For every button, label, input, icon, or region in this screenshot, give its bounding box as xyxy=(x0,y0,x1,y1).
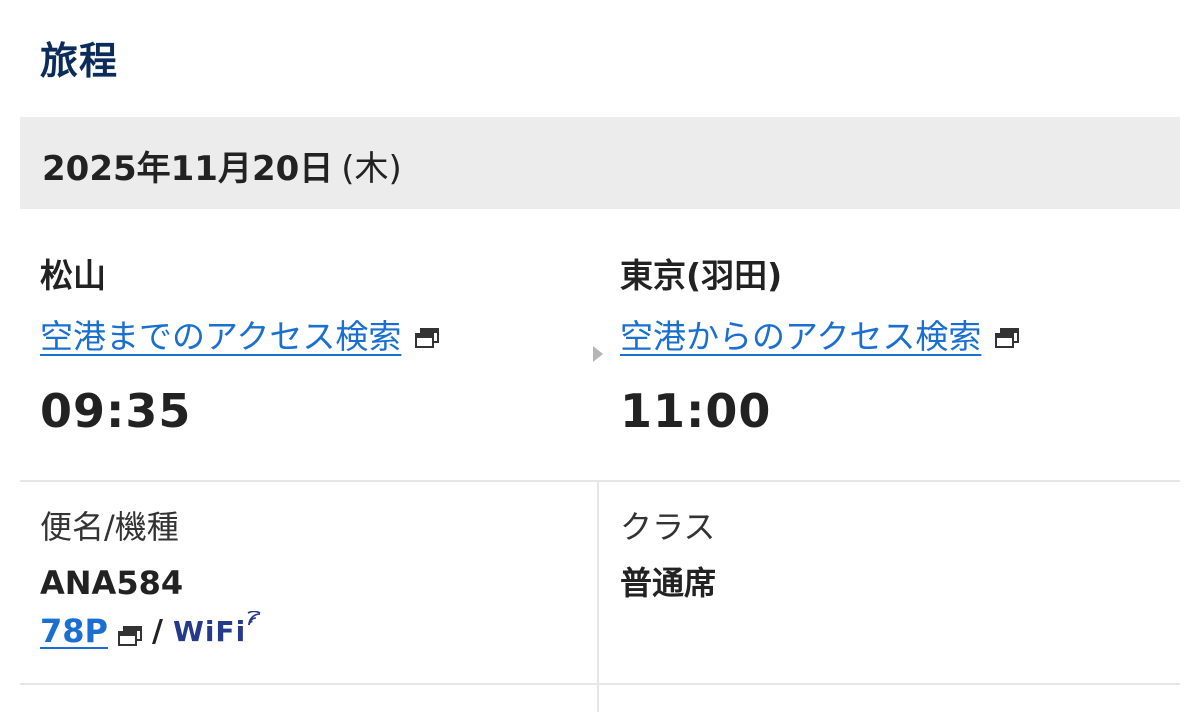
class-value: 普通席 xyxy=(620,564,717,602)
date-bar: 2025年11月20日 (木) xyxy=(20,117,1180,209)
departure-access-row: 空港までのアクセス検索 xyxy=(40,310,440,358)
arrival-access-row: 空港からのアクセス検索 xyxy=(620,310,1020,358)
external-window-icon xyxy=(415,328,440,348)
divider xyxy=(20,480,1180,482)
arrival-airport: 東京(羽田) xyxy=(620,256,783,295)
section-title: 旅程 xyxy=(40,39,119,83)
itinerary-page: 旅程 2025年11月20日(木) 松山 空港までのアクセス検索 09:35 xyxy=(0,0,1200,712)
wifi-signal-icon xyxy=(246,610,262,627)
wifi-label: WiFi xyxy=(172,614,247,648)
flight-date: 2025年11月20日 (木) xyxy=(42,141,402,190)
external-window-icon xyxy=(117,626,142,646)
departure-block: 松山 空港までのアクセス検索 09:35 xyxy=(40,252,440,438)
class-label: クラス xyxy=(620,508,716,546)
departure-time: 09:35 xyxy=(40,384,192,438)
flight-number: ANA584 xyxy=(40,564,184,602)
arrival-block: 東京(羽田) 空港からのアクセス検索 11:00 xyxy=(620,252,1020,438)
departure-access-link[interactable]: 空港までのアクセス検索 xyxy=(40,310,401,358)
chevron-right-icon xyxy=(592,344,604,364)
class-info: クラス 普通席 xyxy=(620,505,716,603)
departure-airport: 松山 xyxy=(40,256,106,295)
day-of-week: (木) xyxy=(341,149,402,189)
date-value: 2025年11月20日 xyxy=(42,149,334,189)
arrival-time: 11:00 xyxy=(620,384,772,438)
external-window-icon xyxy=(995,328,1020,348)
divider xyxy=(20,683,1180,685)
arrival-access-link[interactable]: 空港からのアクセス検索 xyxy=(620,310,981,358)
aircraft-row: 78P / WiFi xyxy=(40,609,262,653)
separator: / xyxy=(151,613,163,649)
aircraft-link[interactable]: 78P xyxy=(40,612,108,650)
column-divider xyxy=(597,482,599,712)
flight-info: 便名/機種 ANA584 78P / WiFi xyxy=(40,505,262,653)
flight-label: 便名/機種 xyxy=(40,508,179,546)
